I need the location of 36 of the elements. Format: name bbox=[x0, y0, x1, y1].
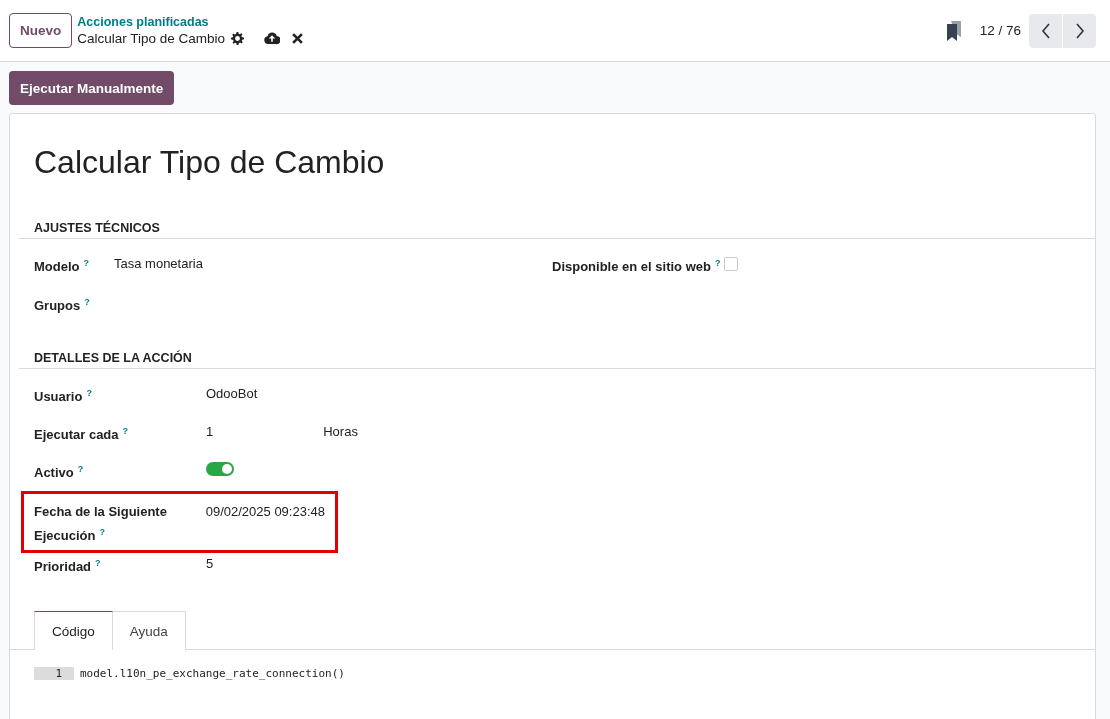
new-button[interactable]: Nuevo bbox=[9, 13, 73, 48]
gear-icon[interactable] bbox=[231, 32, 245, 45]
field-label: Modelo $^{?}$ bbox=[34, 257, 90, 277]
pager-text: 12 / 76 bbox=[979, 23, 1021, 38]
record-title: Calcular Tipo de Cambio bbox=[77, 31, 226, 46]
field-label: Activo $^{?}$ bbox=[34, 463, 85, 483]
line-number: 1 bbox=[34, 667, 74, 681]
field-value[interactable]: 09/02/2025 09:23:48 bbox=[205, 501, 325, 522]
section-heading: AJUSTES TÉCNICOS bbox=[19, 221, 1095, 239]
tab[interactable]: Ayuda bbox=[112, 611, 186, 651]
field-value[interactable]: Tasa monetaria bbox=[114, 253, 203, 274]
previous-button[interactable] bbox=[1029, 13, 1062, 48]
code-line[interactable]: model.l10n_pe_exchange_rate_connection() bbox=[80, 667, 345, 681]
cloud-upload-icon[interactable] bbox=[264, 32, 281, 45]
bookmark-icon[interactable] bbox=[945, 20, 962, 41]
record-title: Calcular Tipo de Cambio bbox=[34, 144, 386, 181]
field-label: Ejecutar cada $^{?}$ bbox=[34, 425, 130, 445]
toggle-switch[interactable] bbox=[206, 462, 234, 476]
tab[interactable]: Código bbox=[34, 611, 113, 651]
field-label: Fecha de la Siguiente Ejecución $^{?}$ bbox=[34, 503, 168, 546]
field-label: Usuario $^{?}$ bbox=[34, 387, 93, 407]
close-icon[interactable] bbox=[292, 33, 304, 44]
field-value[interactable]: 5 bbox=[206, 553, 214, 575]
checkbox[interactable] bbox=[724, 257, 738, 271]
field-value[interactable]: OdooBot bbox=[206, 383, 258, 404]
field-label: Prioridad $^{?}$ bbox=[34, 557, 102, 577]
next-button[interactable] bbox=[1063, 13, 1096, 48]
chevron-right-icon[interactable] bbox=[1074, 22, 1085, 39]
breadcrumb-link[interactable]: Acciones planificadas bbox=[77, 15, 304, 29]
field-label: Grupos $^{?}$ bbox=[34, 296, 91, 316]
chevron-left-icon[interactable] bbox=[1040, 22, 1051, 39]
field-label: Disponible en el sitio web $^{?}$ bbox=[552, 257, 722, 277]
interval-number[interactable]: 1 bbox=[206, 421, 214, 442]
interval-unit[interactable]: Horas bbox=[323, 421, 358, 442]
run-manually-button[interactable]: Ejecutar Manualmente bbox=[9, 71, 175, 105]
section-heading: DETALLES DE LA ACCIÓN bbox=[19, 351, 1095, 369]
